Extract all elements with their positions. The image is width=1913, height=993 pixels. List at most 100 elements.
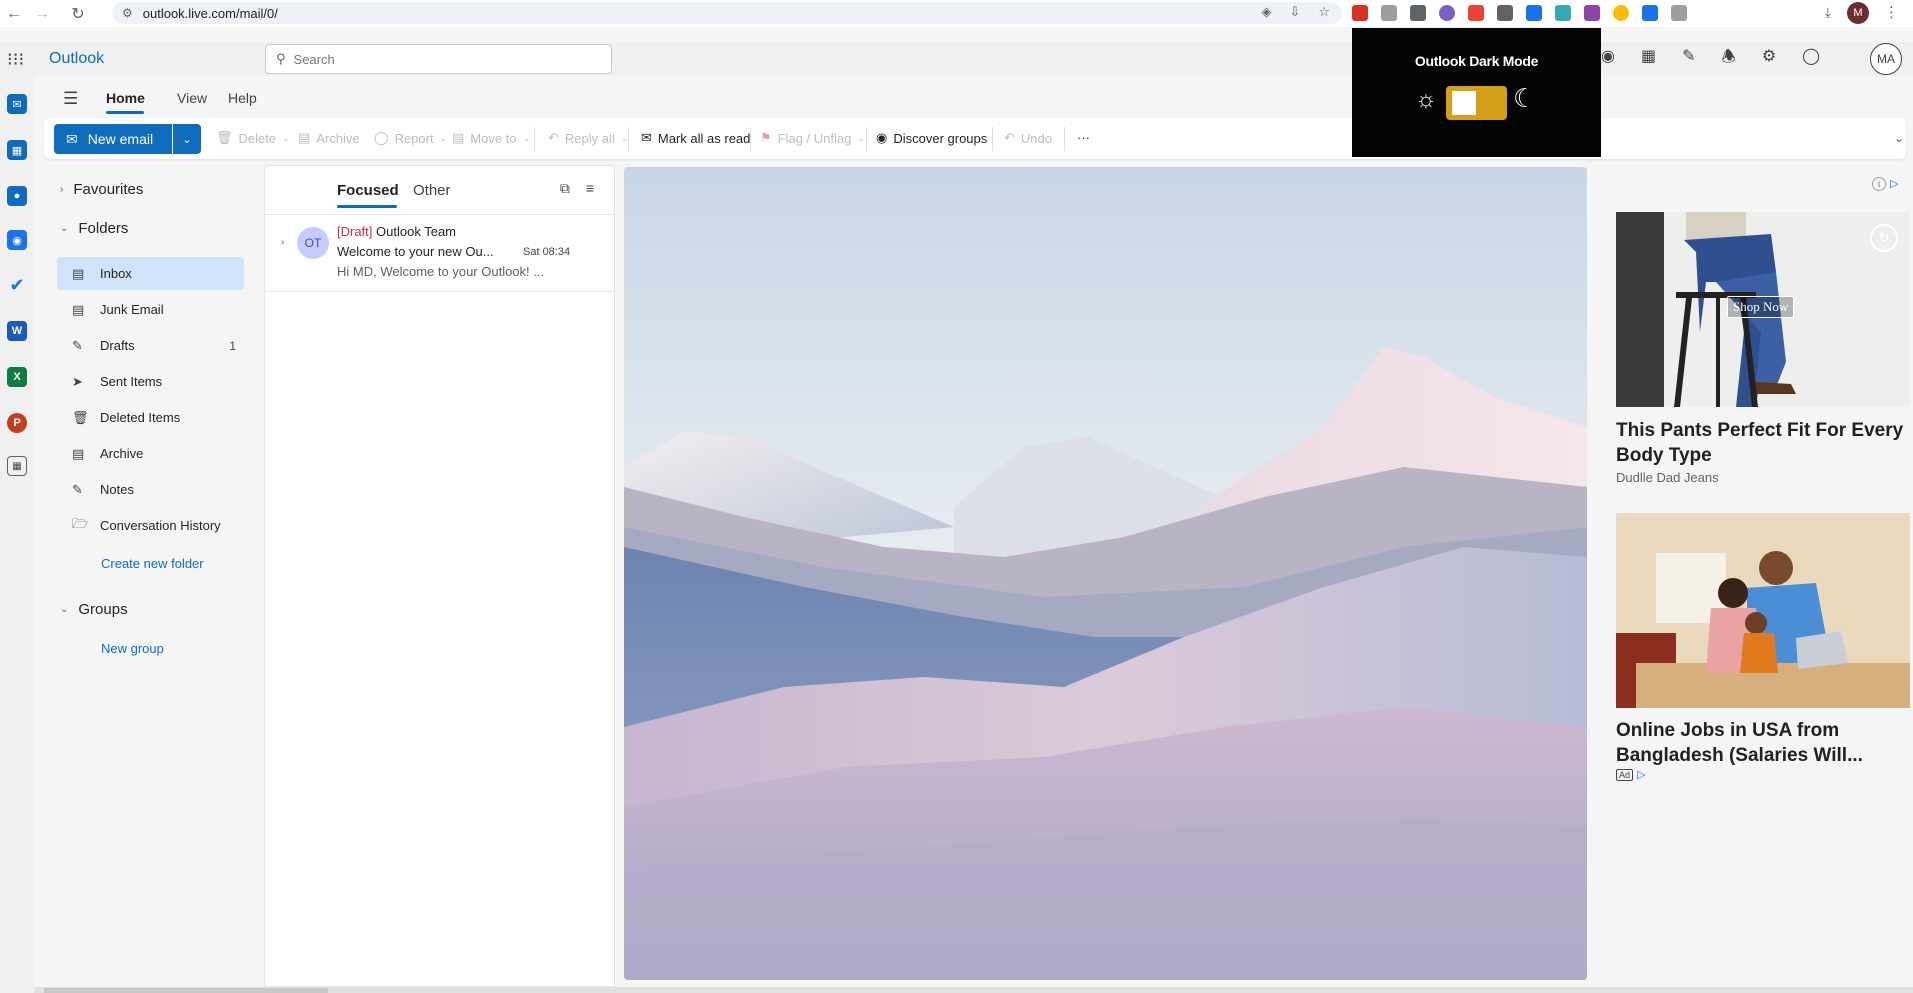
discover-groups-button[interactable]: ◉ Discover groups (876, 130, 987, 146)
dark-mode-toggle[interactable] (1446, 86, 1507, 120)
search-box[interactable]: ⚲ (265, 44, 612, 74)
mark-all-read-button[interactable]: ✉ Mark all as read (641, 130, 750, 146)
hamburger-icon[interactable]: ☰ (63, 89, 78, 109)
search-input[interactable] (293, 51, 594, 67)
undo-button[interactable]: ↶ Undo (1004, 130, 1052, 146)
adchoices-icon[interactable]: ▷ (1637, 768, 1645, 781)
ribbon-divider (534, 127, 535, 151)
word-app-icon[interactable]: W (7, 321, 27, 341)
adchoices-icon[interactable]: ▷ (1890, 177, 1898, 191)
more-options-button[interactable]: ··· (1077, 130, 1090, 145)
folder-notes[interactable]: ✎ Notes (57, 473, 244, 506)
folder-archive[interactable]: ▤ Archive (57, 437, 244, 470)
address-bar[interactable]: ⚙ outlook.live.com/mail/0/ ◈ ⇩ ☆ (112, 2, 1342, 24)
extension-icon[interactable] (1584, 5, 1600, 21)
ad-image-family[interactable] (1616, 513, 1910, 708)
extension-icon[interactable] (1613, 5, 1629, 21)
office-icon[interactable]: ▦ (1641, 46, 1656, 73)
groups-app-icon[interactable]: ◉ (7, 230, 27, 250)
excel-app-icon[interactable]: X (7, 367, 27, 387)
list-item[interactable]: › OT [Draft] Outlook Team Welcome to you… (265, 215, 614, 292)
toggle-knob[interactable] (1452, 91, 1476, 115)
calendar-app-icon[interactable]: ▦ (7, 140, 27, 160)
lightbulb-icon[interactable]: ◯ (1802, 46, 1820, 73)
report-button[interactable]: ◯ Report ⌄ (374, 130, 447, 146)
folders-section[interactable]: ⌄ Folders (60, 220, 128, 237)
extension-icon[interactable] (1381, 5, 1397, 21)
tab-other[interactable]: Other (413, 182, 451, 199)
extension-icon[interactable] (1410, 5, 1426, 21)
folder-drafts[interactable]: ✎ Drafts 1 (57, 329, 244, 362)
favourites-section[interactable]: › Favourites (60, 181, 143, 198)
ad-label[interactable]: Ad ▷ (1616, 768, 1645, 781)
more-apps-icon[interactable]: ▦ (7, 456, 27, 476)
chevron-down-icon: ⌄ (857, 132, 865, 143)
extension-icon[interactable] (1555, 5, 1571, 21)
folder-junk-email[interactable]: ▤ Junk Email (57, 293, 244, 326)
replay-icon[interactable]: ↻ (1870, 224, 1898, 252)
reload-icon[interactable]: ↻ (64, 2, 92, 26)
delete-button[interactable]: 🗑 Delete ⌄ (216, 130, 290, 146)
mail-app-icon[interactable]: ✉ (7, 94, 27, 114)
ad-title[interactable]: This Pants Perfect Fit For Every Body Ty… (1616, 418, 1910, 468)
archive-button[interactable]: ▤ Archive (298, 130, 360, 146)
downloads-icon[interactable]: ⤓ (1825, 4, 1831, 21)
ad-image-jeans[interactable]: Shop Now ↻ (1616, 212, 1910, 407)
ad-choices[interactable]: i ▷ (1872, 177, 1898, 191)
ad-title[interactable]: Online Jobs in USA from Bangladesh (Sala… (1616, 718, 1910, 768)
new-email-dropdown[interactable]: ⌄ (173, 124, 201, 154)
browser-menu-icon[interactable]: ⋮ (1884, 3, 1899, 21)
ribbon-divider (992, 127, 993, 151)
ribbon-collapse-icon[interactable]: ⌄ (1894, 131, 1904, 145)
ad-source[interactable]: Dudlle Dad Jeans (1616, 470, 1719, 485)
select-icon[interactable]: ⧉ (560, 180, 570, 197)
app-brand[interactable]: Outlook (49, 50, 104, 68)
extension-icon[interactable] (1468, 5, 1484, 21)
app-launcher-icon[interactable]: ⁝⁝⁝ (7, 49, 24, 70)
discover-groups-label: Discover groups (893, 130, 988, 146)
scrollbar-thumb[interactable] (44, 988, 328, 993)
folder-sent-items[interactable]: ➤ Sent Items (57, 365, 244, 398)
tab-help[interactable]: Help (228, 90, 257, 106)
lens-icon[interactable]: ◈ (1261, 4, 1271, 20)
groups-section[interactable]: ⌄ Groups (60, 601, 128, 618)
my-day-icon[interactable]: ✎ (1682, 46, 1695, 73)
folder-deleted-items[interactable]: 🗑 Deleted Items (57, 401, 244, 434)
tab-view[interactable]: View (177, 90, 207, 106)
install-icon[interactable]: ⇩ (1289, 4, 1300, 20)
powerpoint-app-icon[interactable]: P (7, 413, 27, 433)
back-icon[interactable]: ← (0, 2, 28, 26)
info-icon[interactable]: i (1872, 177, 1886, 191)
bell-icon[interactable]: 🕭 (1722, 46, 1736, 73)
expand-chevron-icon[interactable]: › (281, 237, 284, 248)
todo-app-icon[interactable]: ✔ (7, 275, 27, 295)
people-app-icon[interactable]: ● (7, 186, 27, 206)
extension-icon[interactable] (1352, 5, 1368, 21)
profile-avatar[interactable]: M (1847, 2, 1869, 24)
extension-icon[interactable] (1497, 5, 1513, 21)
folder-conversation-history[interactable]: 🗁 Conversation History (57, 509, 244, 542)
extension-icon[interactable] (1642, 5, 1658, 21)
extension-icon[interactable] (1439, 5, 1455, 21)
new-email-button[interactable]: ✉ New email (54, 124, 172, 154)
bookmark-star-icon[interactable]: ☆ (1318, 4, 1330, 20)
site-info-icon[interactable]: ⚙ (122, 6, 133, 20)
create-new-folder-link[interactable]: Create new folder (101, 556, 204, 571)
new-group-link[interactable]: New group (101, 641, 164, 656)
forward-icon[interactable]: → (28, 2, 56, 26)
flag-button[interactable]: ⚑ Flag / Unflag ⌄ (760, 130, 865, 146)
tab-focused[interactable]: Focused (337, 182, 399, 199)
tab-home[interactable]: Home (106, 90, 145, 106)
filter-icon[interactable]: ≡ (586, 180, 594, 197)
ribbon-divider (750, 127, 751, 151)
puzzle-icon[interactable] (1671, 5, 1687, 21)
gear-icon[interactable]: ⚙ (1762, 46, 1776, 73)
move-to-button[interactable]: ▤ Move to ⌄ (452, 130, 530, 146)
ribbon-divider (628, 127, 629, 151)
shop-now-button[interactable]: Shop Now (1727, 296, 1795, 318)
reply-all-button[interactable]: ↶ Reply all ⌄ (548, 130, 628, 146)
account-avatar[interactable]: MA (1870, 43, 1902, 75)
teams-icon[interactable]: ◉ (1601, 46, 1615, 73)
extension-icon[interactable] (1526, 5, 1542, 21)
folder-inbox[interactable]: ▤ Inbox (57, 257, 244, 290)
